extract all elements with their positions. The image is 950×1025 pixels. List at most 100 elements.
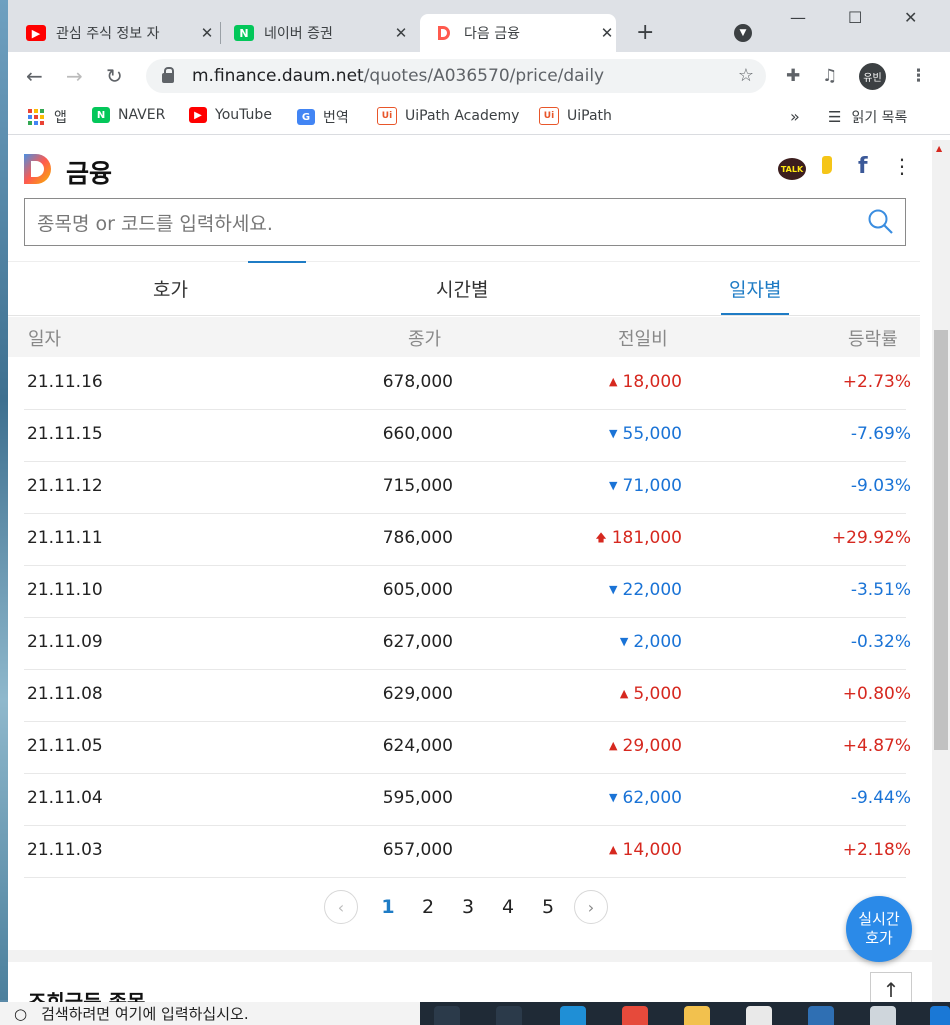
tab-daily[interactable]: 일자별 — [720, 275, 790, 315]
table-row: 21.11.08 629,000 ▲ 5,000 +0.80% — [24, 670, 911, 722]
uipath-icon: Ui — [377, 107, 397, 125]
prev-page-chevron-icon[interactable]: ‹ — [324, 890, 358, 924]
bookmark-apps[interactable]: 앱 — [28, 107, 67, 127]
mail-icon[interactable] — [808, 1006, 834, 1025]
app-icon[interactable] — [870, 1006, 896, 1025]
search-icon[interactable] — [867, 208, 895, 236]
scroll-to-top-arrow-icon[interactable]: ↑ — [870, 972, 912, 1002]
bookmark-youtube[interactable]: ▶ YouTube — [189, 107, 272, 123]
windows-taskbar: ○ 검색하려면 여기에 입력하십시오. — [0, 1002, 950, 1025]
bookmark-label: NAVER — [118, 107, 166, 123]
cell-change: ▲ 5,000 — [620, 684, 682, 704]
cell-rate: -9.03% — [850, 476, 911, 496]
tab-daum-finance[interactable]: 다음 금융 ✕ — [420, 14, 616, 52]
indicator — [248, 261, 306, 263]
bookmark-label: 앱 — [54, 110, 67, 126]
apps-grid-icon — [28, 109, 44, 125]
tab-search-icon[interactable]: ▼ — [734, 24, 752, 42]
address-bar[interactable]: m.finance.daum.net/quotes/A036570/price/… — [146, 59, 766, 93]
file-explorer-icon[interactable] — [684, 1006, 710, 1025]
brand-title[interactable]: 금융 — [66, 154, 112, 190]
cell-close: 715,000 — [382, 476, 453, 496]
tab-naver-finance[interactable]: N 네이버 증권 ✕ — [234, 14, 410, 52]
window-close-icon[interactable]: ✕ — [904, 8, 917, 27]
daum-icon — [434, 25, 454, 41]
app-icon[interactable] — [930, 1006, 950, 1025]
site-header: 금융 TALK f ⋮ — [8, 140, 932, 192]
up-triangle-icon: ▲ — [609, 739, 618, 752]
tab-hoga[interactable]: 호가 — [153, 275, 188, 302]
store-icon[interactable] — [746, 1006, 772, 1025]
kakaotalk-share-icon[interactable]: TALK — [778, 158, 806, 180]
cortana-icon[interactable] — [434, 1006, 460, 1025]
edge-icon[interactable] — [560, 1006, 586, 1025]
cell-date: 21.11.08 — [27, 684, 103, 704]
forward-arrow-icon[interactable]: → — [66, 64, 83, 88]
minimize-icon[interactable]: — — [790, 8, 806, 27]
cell-date: 21.11.12 — [27, 476, 103, 496]
stock-search-input[interactable]: 종목명 or 코드를 입력하세요. — [24, 198, 906, 246]
bookmark-translate[interactable]: G 번역 — [297, 107, 349, 127]
reload-icon[interactable]: ↻ — [106, 64, 123, 88]
tab-hourly[interactable]: 시간별 — [436, 275, 488, 302]
change-value: 29,000 — [622, 736, 682, 756]
tab-title: 네이버 증권 — [264, 26, 333, 42]
maximize-icon[interactable]: ☐ — [848, 8, 862, 27]
menu-kebab-icon[interactable]: ⋮ — [910, 66, 927, 86]
scrollbar-thumb[interactable] — [934, 330, 948, 750]
taskbar-search-box[interactable]: ○ 검색하려면 여기에 입력하십시오. — [0, 1002, 420, 1025]
realtime-hoga-button[interactable]: 실시간 호가 — [846, 896, 912, 962]
down-triangle-icon: ▼ — [609, 583, 618, 596]
fab-label-line2: 호가 — [865, 929, 893, 947]
cell-close: 605,000 — [382, 580, 453, 600]
close-icon[interactable]: ✕ — [392, 24, 410, 42]
tab-strip: ▶ 관심 주식 정보 자 ✕ N 네이버 증권 ✕ 다음 금융 ✕ + ▼ — … — [8, 0, 950, 52]
down-triangle-icon: ▼ — [619, 635, 629, 648]
url-text: m.finance.daum.net/quotes/A036570/price/… — [192, 66, 605, 86]
close-icon[interactable]: ✕ — [598, 24, 616, 42]
change-value: 5,000 — [633, 684, 682, 704]
page-4[interactable]: 4 — [488, 896, 528, 918]
extensions-puzzle-icon[interactable]: ✚ — [786, 66, 800, 86]
table-row: 21.11.04 595,000 ▼ 62,000 -9.44% — [24, 774, 911, 826]
change-value: 22,000 — [622, 580, 682, 600]
more-options-icon[interactable]: ⋮ — [892, 154, 912, 178]
pagination: ‹ 1 2 3 4 5 › — [324, 890, 608, 924]
change-value: 62,000 — [622, 788, 682, 808]
facebook-share-icon[interactable]: f — [858, 154, 868, 179]
page-3[interactable]: 3 — [448, 896, 488, 918]
up-triangle-icon: ▲ — [609, 375, 618, 388]
more-bookmarks-chevron[interactable]: » — [790, 107, 800, 126]
cell-change: ▲ 14,000 — [609, 840, 682, 860]
bookmark-uipath[interactable]: Ui UiPath — [539, 107, 612, 125]
page-2[interactable]: 2 — [408, 896, 448, 918]
chrome-icon[interactable] — [622, 1006, 648, 1025]
new-tab-plus-icon[interactable]: + — [636, 20, 654, 45]
daum-logo-icon[interactable] — [24, 154, 52, 184]
change-value: 18,000 — [622, 372, 682, 392]
cell-close: 660,000 — [382, 424, 453, 444]
scroll-up-arrow-icon[interactable]: ▲ — [936, 144, 942, 153]
next-page-chevron-icon[interactable]: › — [574, 890, 608, 924]
cell-date: 21.11.15 — [27, 424, 103, 444]
page-scrollbar[interactable]: ▲ — [932, 140, 950, 1002]
reading-list[interactable]: ☰ 읽기 목록 — [828, 107, 907, 127]
task-view-icon[interactable] — [496, 1006, 522, 1025]
tab-youtube[interactable]: ▶ 관심 주식 정보 자 ✕ — [26, 14, 216, 52]
close-icon[interactable]: ✕ — [198, 24, 216, 42]
change-value: 181,000 — [611, 528, 682, 548]
back-arrow-icon[interactable]: ← — [26, 64, 43, 88]
page-content: 금융 TALK f ⋮ 종목명 or 코드를 입력하세요. 호가 시간별 일자별… — [8, 140, 950, 1002]
bookmark-star-icon[interactable]: ☆ — [738, 65, 754, 86]
bookmark-naver[interactable]: N NAVER — [92, 107, 165, 123]
cell-date: 21.11.11 — [27, 528, 103, 548]
bookmark-uipath-academy[interactable]: Ui UiPath Academy — [377, 107, 519, 125]
translate-icon: G — [297, 109, 315, 125]
search-icon: ○ — [14, 1004, 28, 1023]
media-control-icon[interactable]: ♫ — [822, 66, 837, 86]
kakaostory-share-icon[interactable] — [822, 156, 832, 174]
cell-close: 629,000 — [382, 684, 453, 704]
page-5[interactable]: 5 — [528, 896, 568, 918]
page-1[interactable]: 1 — [368, 896, 408, 918]
profile-avatar[interactable]: 유빈 — [859, 63, 886, 90]
